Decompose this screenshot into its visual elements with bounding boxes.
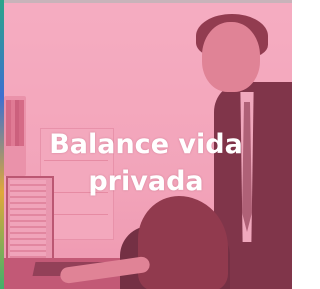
tile-title-line-1: Balance vida (49, 129, 243, 160)
balance-vida-privada-tile[interactable]: Balance vida privada (0, 0, 292, 289)
left-edge-strip (0, 0, 4, 289)
tile-title: Balance vida privada (20, 126, 272, 200)
tile-title-line-2: privada (88, 166, 204, 197)
top-edge (0, 0, 292, 3)
